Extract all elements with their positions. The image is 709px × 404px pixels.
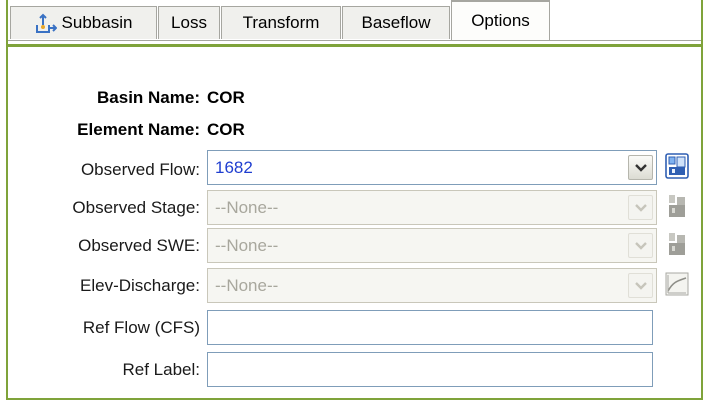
chevron-down-icon[interactable] — [628, 155, 653, 180]
observed-swe-value: --None-- — [215, 236, 279, 255]
curve-icon — [665, 272, 689, 296]
ref-label-input[interactable] — [207, 352, 653, 387]
observed-stage-label: Observed Stage: — [72, 198, 200, 217]
element-name-label: Element Name: — [77, 120, 200, 139]
tab-label: Options — [471, 11, 530, 30]
tab-loss[interactable]: Loss — [158, 6, 220, 39]
tab-label: Loss — [171, 13, 207, 32]
tab-subbasin[interactable]: Subbasin — [10, 6, 157, 39]
gage-icon — [669, 233, 685, 255]
observed-flow-select[interactable]: 1682 — [207, 150, 657, 185]
observed-swe-gage-button[interactable] — [665, 231, 689, 257]
basin-name-label: Basin Name: — [97, 88, 200, 107]
chevron-down-icon[interactable] — [628, 233, 653, 258]
observed-flow-value: 1682 — [215, 158, 253, 177]
tab-options[interactable]: Options — [451, 0, 550, 40]
tab-accent-line — [8, 44, 701, 47]
chevron-down-icon[interactable] — [628, 273, 653, 298]
basin-name-value: COR — [207, 88, 245, 107]
observed-swe-select[interactable]: --None-- — [207, 228, 657, 263]
ref-flow-input[interactable] — [207, 310, 653, 345]
element-name-value: COR — [207, 120, 245, 139]
tab-divider — [8, 40, 701, 41]
tab-transform[interactable]: Transform — [221, 6, 341, 39]
tab-label: Subbasin — [61, 13, 133, 32]
observed-stage-value: --None-- — [215, 198, 279, 217]
observed-flow-gage-button[interactable] — [665, 153, 689, 179]
observed-flow-label: Observed Flow: — [80, 160, 200, 179]
ref-label-label: Ref Label: — [122, 360, 201, 379]
observed-stage-gage-button[interactable] — [665, 193, 689, 219]
subbasin-icon — [35, 13, 57, 33]
elev-discharge-curve-button[interactable] — [665, 271, 689, 297]
chevron-down-icon[interactable] — [628, 195, 653, 220]
ref-flow-label: Ref Flow (CFS) — [82, 318, 200, 337]
elev-discharge-select[interactable]: --None-- — [207, 268, 657, 303]
tab-baseflow[interactable]: Baseflow — [342, 6, 450, 39]
observed-swe-label: Observed SWE: — [78, 236, 200, 255]
tab-label: Baseflow — [361, 13, 431, 32]
gage-icon — [669, 195, 685, 217]
elev-discharge-value: --None-- — [215, 276, 279, 295]
tab-label: Transform — [242, 13, 320, 32]
observed-stage-select[interactable]: --None-- — [207, 190, 657, 225]
elev-discharge-label: Elev-Discharge: — [80, 276, 200, 295]
gage-icon — [665, 153, 689, 179]
